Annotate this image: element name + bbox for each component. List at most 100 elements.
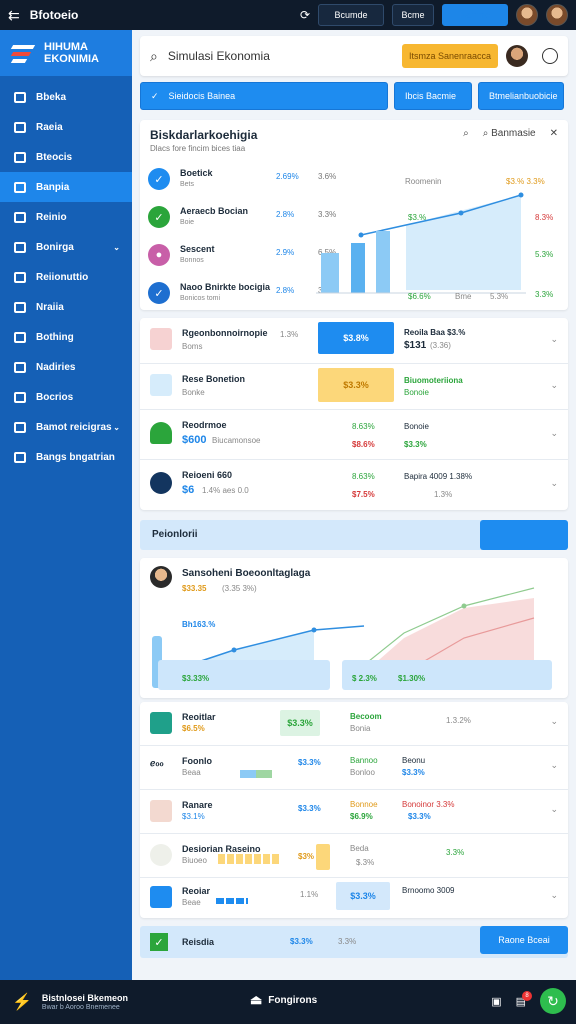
trend-footer-left: $3.33% bbox=[158, 660, 330, 690]
clock-icon[interactable] bbox=[542, 48, 558, 64]
nav-icon bbox=[14, 271, 26, 283]
primary-action-button[interactable]: ✓ Sieidocis Bainea bbox=[140, 82, 388, 110]
bottom-center-link[interactable]: ⏏ Fongirons bbox=[250, 992, 317, 1008]
sidebar-item-label: Bocrios bbox=[36, 391, 74, 403]
sidebar-item-10[interactable]: Bocrios bbox=[0, 382, 132, 412]
sidebar-item-11[interactable]: Bamot reicigras ⌄ bbox=[0, 412, 132, 442]
search-input[interactable]: Simulasi Ekonomia bbox=[168, 49, 402, 63]
sidebar-item-8[interactable]: Bothing bbox=[0, 322, 132, 352]
overview-subtitle: Dlacs fore fincim bices tiaa bbox=[150, 144, 246, 153]
chevron-down-icon[interactable]: ⌄ bbox=[550, 428, 558, 439]
sidebar-item-0[interactable]: Bbeka bbox=[0, 82, 132, 112]
row-tag: ℯℴℴ bbox=[150, 758, 164, 768]
sidebar-item-5[interactable]: Bonirga ⌄ bbox=[0, 232, 132, 262]
chart-label-v4: 5.3% bbox=[535, 250, 554, 259]
logo-mark-icon bbox=[10, 43, 38, 63]
close-icon[interactable]: ✕ bbox=[550, 128, 558, 139]
detail-list-card: Reoitlar $6.5% $3.3% Becoom Bonia 1.3.2%… bbox=[140, 702, 568, 918]
item-percent: 2.9% bbox=[276, 248, 295, 257]
topbar-button-1[interactable]: Bcumde bbox=[318, 4, 384, 26]
action-button-2[interactable]: Ibcis Bacmie bbox=[394, 82, 472, 110]
nav-icon bbox=[14, 121, 26, 133]
chart-label-v3: 8.3% bbox=[535, 213, 554, 222]
status-icon: ● bbox=[148, 244, 170, 266]
sidebar-item-12[interactable]: Bangs bngatrian bbox=[0, 442, 132, 472]
chart-icon bbox=[150, 886, 172, 908]
sidebar-item-7[interactable]: Nraiia bbox=[0, 292, 132, 322]
nav-icon bbox=[14, 391, 26, 403]
grid-icon bbox=[150, 374, 172, 396]
sidebar-item-4[interactable]: Reinio bbox=[0, 202, 132, 232]
avatar-2[interactable] bbox=[546, 4, 568, 26]
metric-row-2[interactable]: Rese Bonetion Bonke $3.3% Biuomoteriiona… bbox=[140, 364, 568, 410]
app-title: Bfotoeio bbox=[29, 8, 79, 22]
list-item[interactable]: Reoiar Beae 1.1% $3.3% Brnoomo 3009 ⌄ bbox=[140, 878, 568, 918]
leaf-icon bbox=[150, 422, 172, 444]
check-icon[interactable]: ✓ bbox=[150, 933, 168, 951]
chevron-down-icon[interactable]: ⌄ bbox=[550, 804, 558, 815]
topbar-button-2[interactable]: Bcme bbox=[392, 4, 434, 26]
overview-item[interactable]: ✓ Boetick Bets bbox=[148, 168, 213, 190]
inbox-icon[interactable]: ▣ bbox=[491, 995, 501, 1008]
metrics-card: Rgeonbonnoirnopie Boms 1.3% $3.8% Reoila… bbox=[140, 318, 568, 510]
main-area: ⌕ Simulasi Ekonomia Itsmza Sanenraacca ✓… bbox=[132, 30, 576, 980]
chevron-down-icon[interactable]: ⌄ bbox=[113, 423, 120, 432]
nav-icon bbox=[14, 151, 26, 163]
sidebar-item-label: Raeia bbox=[36, 121, 63, 133]
card-icon bbox=[150, 800, 172, 822]
card-search-icon[interactable]: ⌕ bbox=[463, 128, 469, 139]
sidebar-item-3[interactable]: Banpia bbox=[0, 172, 132, 202]
chevron-down-icon[interactable]: ⌄ bbox=[550, 380, 558, 391]
chevron-down-icon[interactable]: ⌄ bbox=[113, 243, 120, 252]
avatar-1[interactable] bbox=[516, 4, 538, 26]
trend-card: Sansoheni Boeoonltaglaga $33.35 (3.35 3%… bbox=[140, 558, 568, 698]
nav-icon bbox=[14, 421, 26, 433]
overview-item[interactable]: ✓ Aeraecb Bocian Boie bbox=[148, 206, 248, 228]
filter-field[interactable]: ⌕ Banmasie bbox=[483, 128, 536, 139]
metric-row-4[interactable]: Reioeni 660 $6 1.4% aes 0.0 8.63% $7.5% … bbox=[140, 460, 568, 510]
status-icon: ✓ bbox=[148, 282, 170, 304]
sidebar-item-2[interactable]: Bteocis bbox=[0, 142, 132, 172]
search-action-button[interactable]: Itsmza Sanenraacca bbox=[402, 44, 498, 68]
nav-icon bbox=[14, 451, 26, 463]
status-icon: ✓ bbox=[148, 168, 170, 190]
chevron-down-icon[interactable]: ⌄ bbox=[550, 334, 558, 345]
list-item[interactable]: ℯℴℴ Foonlo Beaa $3.3% Bannoo Bonloo Beon… bbox=[140, 746, 568, 790]
overview-item[interactable]: ✓ Naoo Bnirkte bocigia Bonicos tomi bbox=[148, 282, 270, 304]
sidebar-item-label: Bonirga bbox=[36, 241, 74, 253]
search-bar[interactable]: ⌕ Simulasi Ekonomia Itsmza Sanenraacca bbox=[140, 36, 568, 76]
notification-icon[interactable]: ▤ 8 bbox=[516, 990, 532, 1008]
sidebar-item-label: Nadiries bbox=[36, 361, 76, 373]
sidebar-item-6[interactable]: Reiionuttio bbox=[0, 262, 132, 292]
sidebar-nav: Bbeka Raeia Bteocis Banpia Reinio Bonirga ⌄ Rei… bbox=[0, 76, 132, 472]
topbar-button-3[interactable]: Bamme bbox=[442, 4, 508, 26]
bottom-title: Bistnlosei Bkemeon bbox=[41, 993, 128, 1003]
chevron-down-icon[interactable]: ⌄ bbox=[550, 760, 558, 771]
refresh-icon[interactable]: ⟳ bbox=[300, 8, 310, 22]
list-item[interactable]: Desiorian Raseino Biuoeo $3% Beda $.3% 3… bbox=[140, 834, 568, 878]
item-percent: 2.8% bbox=[276, 286, 295, 295]
sidebar-item-label: Bbeka bbox=[36, 91, 67, 103]
back-arrow-icon[interactable]: ⇇ bbox=[8, 7, 20, 24]
metric-row-3[interactable]: Reodrmoe $600 Biucamonsoe 8.63% $8.6% Bo… bbox=[140, 410, 568, 460]
nav-icon bbox=[14, 91, 26, 103]
sidebar-item-1[interactable]: Raeia bbox=[0, 112, 132, 142]
chevron-down-icon[interactable]: ⌄ bbox=[550, 716, 558, 727]
status-icon: ✓ bbox=[148, 206, 170, 228]
add-fab-button[interactable]: ↻ bbox=[540, 988, 566, 1014]
chevron-down-icon[interactable]: ⌄ bbox=[550, 890, 558, 901]
sidebar-item-9[interactable]: Nadiries bbox=[0, 352, 132, 382]
action-button-3[interactable]: Btmelianbuobicie bbox=[478, 82, 564, 110]
user-avatar[interactable] bbox=[506, 45, 528, 67]
sidebar-item-label: Bangs bngatrian bbox=[36, 451, 115, 463]
list-item[interactable]: Reoitlar $6.5% $3.3% Becoom Bonia 1.3.2%… bbox=[140, 702, 568, 746]
overview-item[interactable]: ● Sescent Bonnos bbox=[148, 244, 215, 266]
chart-icon bbox=[150, 328, 172, 350]
item-percent: 2.69% bbox=[276, 172, 299, 181]
trend-footer-right: $ 2.3% $1.30% bbox=[342, 660, 552, 690]
metric-row-1[interactable]: Rgeonbonnoirnopie Boms 1.3% $3.8% Reoila… bbox=[140, 318, 568, 364]
chevron-down-icon[interactable]: ⌄ bbox=[550, 478, 558, 489]
section-action-button[interactable] bbox=[480, 520, 568, 550]
list-item[interactable]: Ranare $3.1% $3.3% Bonnoe $6.9% Bonoinor… bbox=[140, 790, 568, 834]
summary-action-button[interactable]: Raone Bceai bbox=[480, 926, 568, 954]
